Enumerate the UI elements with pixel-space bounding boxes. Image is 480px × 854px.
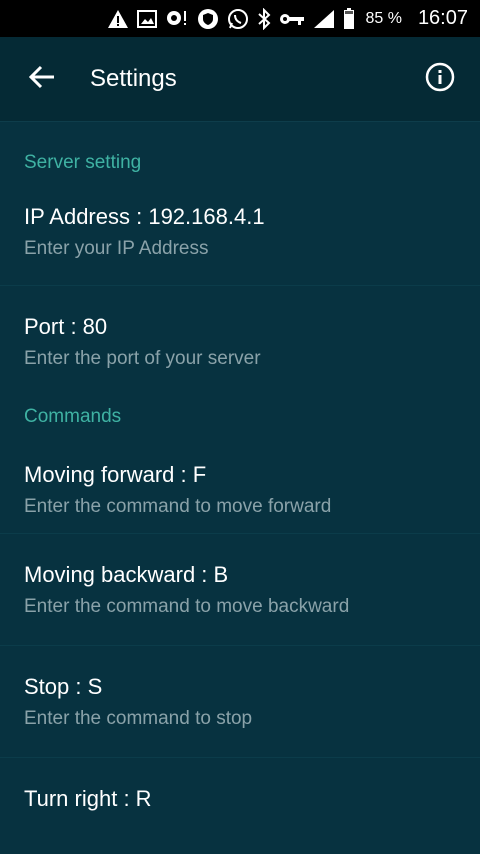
pref-summary: Enter your IP Address bbox=[24, 238, 209, 259]
pref-turn-right[interactable]: Turn right : R bbox=[0, 758, 480, 828]
pref-title: Stop : S bbox=[24, 674, 103, 699]
pref-summary: Enter the port of your server bbox=[24, 348, 261, 369]
section-header-server-setting: Server setting bbox=[24, 152, 142, 173]
pref-port[interactable]: Port : 80 Enter the port of your server bbox=[0, 286, 480, 406]
info-icon bbox=[425, 62, 455, 97]
settings-list: Server setting IP Address : 192.168.4.1 … bbox=[0, 122, 480, 828]
pref-title: Moving forward : F bbox=[24, 462, 207, 487]
pref-title: Turn right : R bbox=[24, 786, 152, 811]
shield-icon bbox=[197, 8, 219, 30]
warning-icon bbox=[107, 9, 129, 29]
pref-title: Port : 80 bbox=[24, 314, 108, 339]
back-button[interactable] bbox=[22, 59, 62, 99]
vpn-key-icon bbox=[279, 11, 305, 27]
section-header-commands: Commands bbox=[24, 406, 122, 427]
pref-summary: Enter the command to move forward bbox=[24, 496, 332, 517]
battery-icon bbox=[343, 7, 355, 30]
arrow-back-icon bbox=[28, 65, 55, 94]
pref-stop[interactable]: Stop : S Enter the command to stop bbox=[0, 646, 480, 757]
whatsapp-icon bbox=[227, 8, 249, 30]
search-notification-icon bbox=[165, 9, 189, 29]
image-icon bbox=[137, 9, 158, 28]
status-bar: 85 % 16:07 bbox=[0, 0, 480, 37]
info-button[interactable] bbox=[422, 61, 458, 97]
clock: 16:07 bbox=[417, 7, 468, 29]
battery-percentage: 85 % bbox=[365, 9, 402, 27]
bluetooth-icon bbox=[257, 7, 271, 30]
pref-moving-backward[interactable]: Moving backward : B Enter the command to… bbox=[0, 534, 480, 645]
page-title: Settings bbox=[90, 65, 177, 92]
pref-summary: Enter the command to stop bbox=[24, 708, 253, 729]
pref-moving-forward[interactable]: Moving forward : F Enter the command to … bbox=[0, 442, 480, 533]
status-icons: 85 % 16:07 bbox=[107, 0, 480, 37]
pref-title: IP Address : 192.168.4.1 bbox=[24, 204, 265, 229]
pref-title: Moving backward : B bbox=[24, 562, 229, 587]
app-toolbar: Settings bbox=[0, 37, 480, 122]
signal-icon bbox=[313, 9, 335, 29]
pref-summary: Enter the command to move backward bbox=[24, 596, 350, 617]
